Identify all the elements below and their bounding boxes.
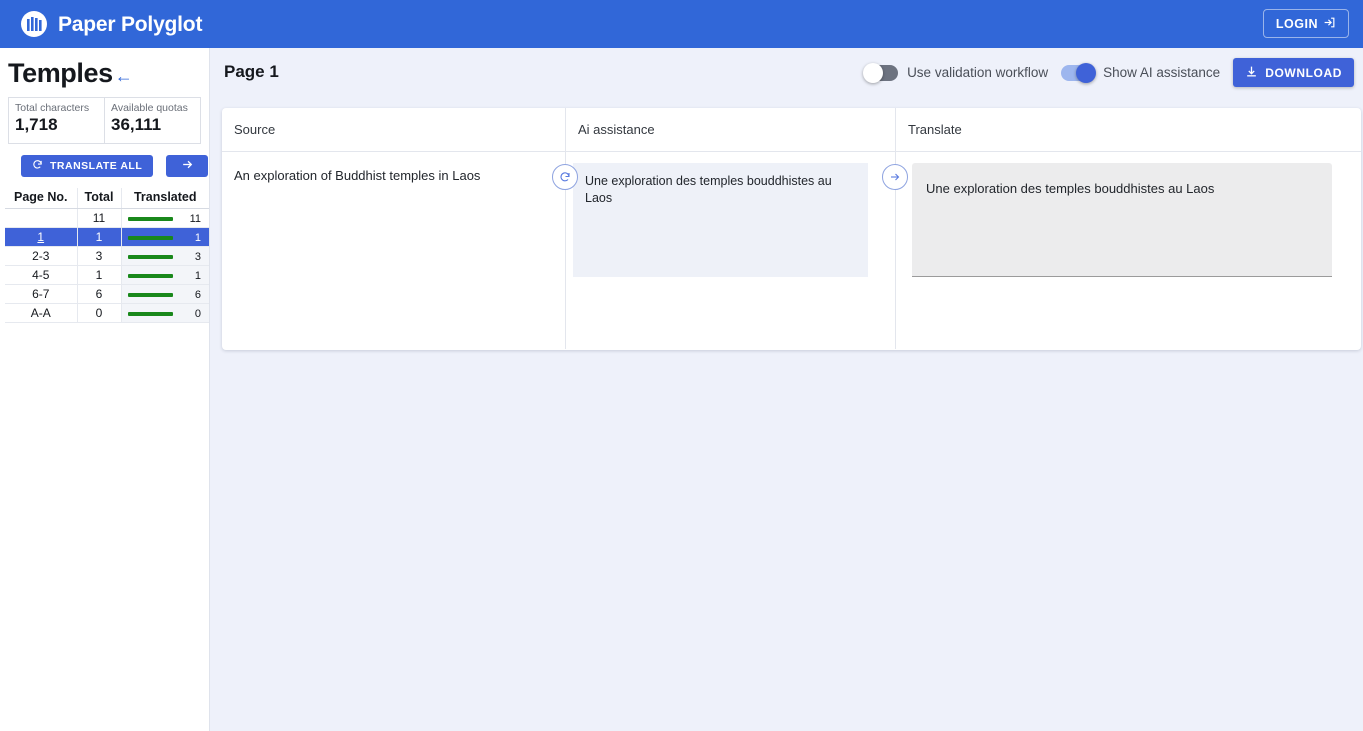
pages-table-row[interactable]: 11 11 [5,209,209,228]
stat-available-quotas-label: Available quotas [111,102,194,115]
login-arrow-icon [1323,16,1336,32]
sidebar: Temples ← Total characters 1,718 Availab… [0,48,210,731]
total-cell: 0 [77,304,121,323]
progress-bar [128,312,173,316]
progress-bar [128,255,173,259]
sidebar-actions: TRANSLATE ALL [21,155,209,177]
translated-count: 0 [195,308,201,320]
cell-ai-assistance: Une exploration des temples bouddhistes … [565,152,895,349]
stat-total-characters: Total characters 1,718 [9,98,104,143]
validation-workflow-label: Use validation workflow [907,65,1048,80]
source-text: An exploration of Buddhist temples in La… [222,152,565,184]
translated-count: 1 [195,270,201,282]
toggle-knob [1076,63,1096,83]
ai-assistance-toggle[interactable] [1061,65,1094,81]
header-source: Source [222,108,565,151]
login-button-label: LOGIN [1276,17,1318,31]
header-translate: Translate [895,108,1361,151]
translated-count: 1 [195,232,201,244]
progress-bar [128,293,173,297]
translated-count: 6 [195,289,201,301]
refresh-icon [32,159,43,173]
translation-card: Source Ai assistance Translate An explor… [222,108,1361,350]
pages-table-row[interactable]: A-A00 [5,304,209,323]
ai-assistance-label: Show AI assistance [1103,65,1220,80]
brand-title: Paper Polyglot [58,14,202,35]
main-content: Page 1 Use validation workflow Show AI a… [210,48,1363,731]
col-total: Total [77,188,121,209]
total-cell: 11 [77,209,121,228]
total-cell: 6 [77,285,121,304]
pages-table-row[interactable]: 2-333 [5,247,209,266]
project-header: Temples ← [0,48,209,95]
brand: Paper Polyglot [20,10,202,38]
pages-table-header-row: Page No. Total Translated [5,188,209,209]
translated-cell: 11 [121,209,209,228]
translation-input[interactable]: Une exploration des temples bouddhistes … [912,163,1332,277]
col-page-no: Page No. [5,188,77,209]
arrow-right-icon [181,158,194,174]
project-title: Temples [8,58,113,89]
page-no-cell: 1 [5,228,77,247]
progress-bar [128,274,173,278]
pages-table-row[interactable]: 4-511 [5,266,209,285]
translate-all-label: TRANSLATE ALL [50,160,142,172]
page-no-cell: A-A [5,304,77,323]
main-toolbar: Page 1 Use validation workflow Show AI a… [210,48,1363,96]
stat-total-characters-label: Total characters [15,102,98,115]
page-no-cell: 4-5 [5,266,77,285]
login-button[interactable]: LOGIN [1263,9,1349,38]
translated-cell: 0 [121,304,209,323]
page-no-cell [5,209,77,228]
download-button[interactable]: DOWNLOAD [1233,58,1354,87]
validation-workflow-group: Use validation workflow [865,65,1048,81]
cell-source: An exploration of Buddhist temples in La… [222,152,565,349]
ai-assistance-group: Show AI assistance [1061,65,1220,81]
translated-cell: 3 [121,247,209,266]
total-cell: 1 [77,266,121,285]
translated-cell: 1 [121,266,209,285]
header-ai-assistance: Ai assistance [565,108,895,151]
download-icon [1245,65,1258,81]
pages-table-row[interactable]: 6-766 [5,285,209,304]
translate-all-button[interactable]: TRANSLATE ALL [21,155,153,177]
ai-assistance-text: Une exploration des temples bouddhistes … [573,163,868,277]
next-page-button[interactable] [166,155,208,177]
validation-workflow-toggle[interactable] [865,65,898,81]
translation-table-header: Source Ai assistance Translate [222,108,1361,152]
stat-available-quotas: Available quotas 36,111 [104,98,200,143]
stats-panel: Total characters 1,718 Available quotas … [8,97,201,144]
app-bar: Paper Polyglot LOGIN [0,0,1363,48]
page-no-cell: 2-3 [5,247,77,266]
toolbar-right: Use validation workflow Show AI assistan… [865,58,1354,87]
stat-total-characters-value: 1,718 [15,115,98,135]
translated-cell: 6 [121,285,209,304]
translated-count: 3 [195,251,201,263]
total-cell: 1 [77,228,121,247]
toggle-knob [863,63,883,83]
arrow-left-icon[interactable]: ← [115,67,133,85]
progress-bar [128,236,173,240]
translated-count: 11 [190,213,201,225]
col-translated: Translated [121,188,209,209]
refresh-circle-icon[interactable] [552,164,578,190]
download-button-label: DOWNLOAD [1265,66,1342,80]
pages-table: Page No. Total Translated 11111112-3334-… [5,188,209,323]
cell-translate: Une exploration des temples bouddhistes … [895,152,1361,349]
total-cell: 3 [77,247,121,266]
page-title: Page 1 [224,62,279,82]
table-row: An exploration of Buddhist temples in La… [222,152,1361,349]
columns-circle-icon [20,10,48,38]
page-no-cell: 6-7 [5,285,77,304]
progress-bar [128,217,173,221]
pages-table-row[interactable]: 111 [5,228,209,247]
stat-available-quotas-value: 36,111 [111,115,194,135]
translated-cell: 1 [121,228,209,247]
arrow-right-circle-icon[interactable] [882,164,908,190]
